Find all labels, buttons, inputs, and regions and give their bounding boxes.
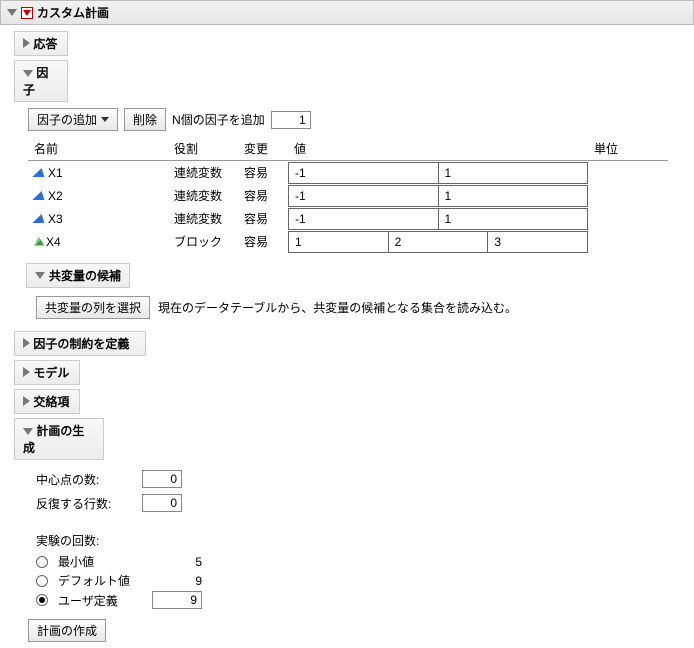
section-covariate-title: 共変量の候補 — [49, 267, 121, 284]
chevron-down-icon — [101, 117, 109, 122]
col-values: 値 — [288, 137, 588, 161]
section-responses-title: 応答 — [33, 37, 57, 51]
runs-label: 実験の回数: — [36, 532, 694, 549]
value-cell[interactable]: 1 — [438, 185, 588, 206]
runs-min-row[interactable]: 最小値 5 — [36, 553, 694, 570]
select-covariate-columns-button[interactable]: 共変量の列を選択 — [36, 296, 150, 319]
col-role: 役割 — [168, 137, 238, 161]
value-cell[interactable]: -1 — [289, 162, 439, 183]
make-design-button[interactable]: 計画の作成 — [28, 619, 106, 642]
add-n-label: N個の因子を追加 — [172, 111, 265, 128]
section-generate-header[interactable]: 計画の生成 — [14, 418, 104, 460]
section-generate-title: 計画の生成 — [23, 424, 84, 455]
factors-toolbar: 因子の追加 削除 N個の因子を追加 — [0, 102, 694, 137]
covariate-body: 共変量の列を選択 現在のデータテーブルから、共変量の候補となる集合を読み込む。 — [0, 288, 694, 327]
disclosure-down-icon — [23, 70, 33, 77]
factors-table: 名前 役割 変更 値 単位 X1 連続変数 容易 -1 1 X2 連続変数 容易 — [28, 137, 668, 253]
continuous-factor-icon — [32, 191, 47, 200]
runs-user-row[interactable]: ユーザ定義 — [36, 591, 694, 609]
section-alias-title: 交絡項 — [33, 395, 69, 409]
radio-selected-icon[interactable] — [36, 594, 48, 606]
value-cell[interactable]: -1 — [289, 208, 439, 229]
section-model-header[interactable]: モデル — [14, 360, 80, 385]
disclosure-down-icon[interactable] — [7, 9, 17, 16]
section-model-title: モデル — [33, 366, 69, 380]
section-constraints-header[interactable]: 因子の制約を定義 — [14, 331, 146, 356]
runs-default-row[interactable]: デフォルト値 9 — [36, 572, 694, 589]
value-cell[interactable]: 1 — [438, 162, 588, 183]
center-points-label: 中心点の数: — [36, 471, 136, 488]
table-row[interactable]: X1 連続変数 容易 -1 1 — [28, 161, 668, 185]
block-factor-icon — [34, 237, 44, 246]
continuous-factor-icon — [32, 168, 47, 177]
section-constraints-title: 因子の制約を定義 — [33, 337, 129, 351]
red-menu-icon[interactable] — [21, 7, 33, 19]
center-points-input[interactable] — [142, 470, 182, 488]
value-cell[interactable]: 3 — [488, 231, 588, 252]
runs-default-value: 9 — [152, 574, 202, 588]
runs-min-label: 最小値 — [58, 553, 148, 570]
generate-options: 中心点の数: 反復する行数: — [0, 470, 694, 512]
table-header-row: 名前 役割 変更 値 単位 — [28, 137, 668, 161]
section-factors-header[interactable]: 因子 — [14, 60, 68, 102]
covariate-description: 現在のデータテーブルから、共変量の候補となる集合を読み込む。 — [158, 299, 517, 316]
col-units: 単位 — [588, 137, 668, 161]
units-cell[interactable] — [588, 184, 668, 207]
section-covariate-header[interactable]: 共変量の候補 — [26, 263, 130, 288]
value-cell[interactable]: -1 — [289, 185, 439, 206]
delete-factor-button[interactable]: 削除 — [124, 108, 166, 131]
radio-icon[interactable] — [36, 575, 48, 587]
value-cell[interactable]: 2 — [388, 231, 488, 252]
replicate-rows-label: 反復する行数: — [36, 495, 136, 512]
disclosure-down-icon — [23, 428, 33, 435]
main-title: カスタム計画 — [37, 4, 109, 21]
replicate-rows-input[interactable] — [142, 494, 182, 512]
section-responses-header[interactable]: 応答 — [14, 31, 68, 56]
col-name: 名前 — [28, 137, 168, 161]
runs-min-value: 5 — [152, 555, 202, 569]
add-factor-button[interactable]: 因子の追加 — [28, 108, 118, 131]
table-row[interactable]: X3 連続変数 容易 -1 1 — [28, 207, 668, 230]
units-cell[interactable] — [588, 207, 668, 230]
col-changes: 変更 — [238, 137, 288, 161]
runs-user-label: ユーザ定義 — [58, 592, 148, 609]
disclosure-down-icon — [35, 272, 45, 279]
value-cell[interactable]: 1 — [289, 231, 389, 252]
radio-icon[interactable] — [36, 556, 48, 568]
runs-default-label: デフォルト値 — [58, 572, 148, 589]
add-factor-label: 因子の追加 — [37, 111, 97, 128]
runs-user-input[interactable] — [152, 591, 202, 609]
continuous-factor-icon — [32, 214, 47, 223]
disclosure-right-icon — [23, 367, 30, 377]
disclosure-right-icon — [23, 338, 30, 348]
units-cell[interactable] — [588, 230, 668, 253]
value-cell[interactable]: 1 — [438, 208, 588, 229]
add-n-input[interactable] — [271, 111, 311, 129]
disclosure-right-icon — [23, 396, 30, 406]
table-row[interactable]: X4 ブロック 容易 1 2 3 — [28, 230, 668, 253]
main-title-bar: カスタム計画 — [0, 0, 694, 25]
runs-block: 実験の回数: 最小値 5 デフォルト値 9 ユーザ定義 — [0, 512, 694, 609]
disclosure-right-icon — [23, 38, 30, 48]
units-cell[interactable] — [588, 161, 668, 185]
section-alias-header[interactable]: 交絡項 — [14, 389, 80, 414]
table-row[interactable]: X2 連続変数 容易 -1 1 — [28, 184, 668, 207]
